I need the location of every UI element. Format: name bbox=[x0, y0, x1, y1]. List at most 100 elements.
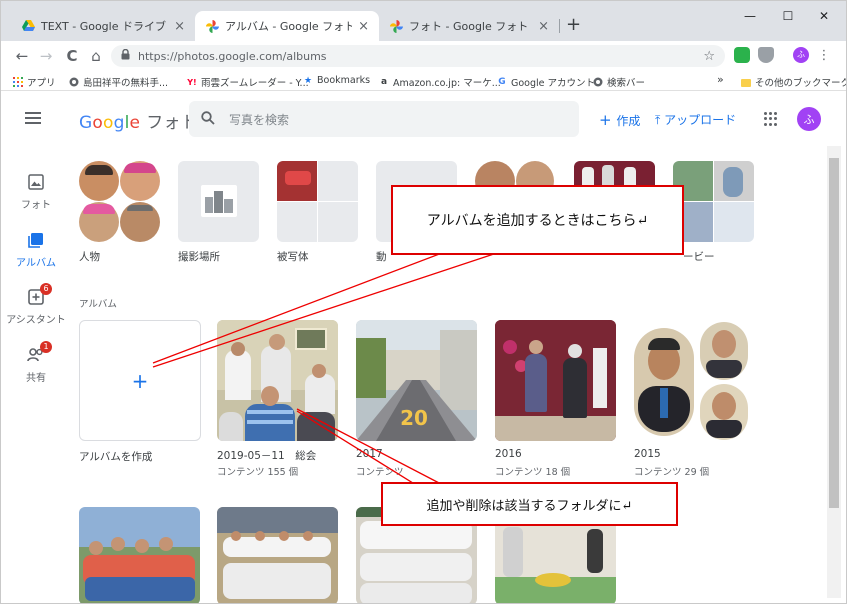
url-text: https://photos.google.com/albums bbox=[138, 49, 327, 63]
album-cover-2016[interactable] bbox=[495, 320, 616, 441]
callout-text: 追加や削除は該当するフォルダに↵ bbox=[426, 498, 633, 514]
globe-icon bbox=[593, 77, 603, 87]
album-title: 2019-05－11 総会 bbox=[217, 450, 317, 462]
address-bar[interactable]: https://photos.google.com/albums ☆ bbox=[111, 45, 725, 67]
callout-add-album: アルバムを追加するときはこちら↵ bbox=[391, 185, 684, 255]
album-cover-2019-meeting[interactable] bbox=[217, 320, 338, 441]
bookmark-item[interactable]: a Amazon.co.jp: マーケ... bbox=[379, 75, 501, 89]
google-drive-icon bbox=[21, 19, 35, 33]
chrome-menu-icon[interactable]: ⋮ bbox=[815, 47, 833, 65]
bookmark-item[interactable]: 島田祥平の無料手... bbox=[69, 75, 168, 89]
category-movies-thumbnail[interactable] bbox=[673, 161, 754, 242]
plus-icon: + bbox=[131, 368, 149, 393]
main-menu-icon[interactable] bbox=[25, 112, 41, 124]
rail-item-photos[interactable]: フォト bbox=[1, 174, 71, 211]
search-input[interactable]: 写真を検索 bbox=[189, 101, 579, 137]
album-count: コンテンツ bbox=[356, 467, 404, 478]
bookmark-label: 雨雲ズームレーダー - Y... bbox=[201, 78, 309, 89]
tab-divider bbox=[559, 19, 560, 33]
assistant-icon: 6 bbox=[27, 283, 52, 307]
photos-header: Google フォト 写真を検索 + 作成 ⤒ アップロード ふ bbox=[1, 92, 846, 146]
other-bookmarks[interactable]: その他のブックマーク bbox=[741, 75, 847, 89]
bookmark-label: 島田祥平の無料手... bbox=[83, 78, 169, 89]
amazon-icon: a bbox=[380, 77, 388, 87]
google-photos-logo[interactable]: Google フォト bbox=[79, 108, 198, 133]
album-cover-2015[interactable] bbox=[634, 320, 755, 441]
minimize-button[interactable]: — bbox=[735, 9, 765, 27]
rail-item-assistant[interactable]: 6 アシスタント bbox=[1, 283, 71, 326]
bookmark-label: Bookmarks bbox=[317, 75, 371, 86]
album-count: コンテンツ 155 個 bbox=[217, 467, 299, 478]
notification-badge: 6 bbox=[40, 283, 52, 295]
album-count: コンテンツ 29 個 bbox=[634, 467, 710, 478]
google-apps-icon[interactable] bbox=[764, 112, 778, 126]
yahoo-icon: Y! bbox=[187, 77, 197, 87]
album-cover[interactable] bbox=[217, 507, 338, 603]
bookmark-star-icon[interactable]: ☆ bbox=[703, 49, 715, 64]
tab-title: TEXT - Google ドライブ bbox=[41, 20, 166, 33]
bookmark-item[interactable]: ★ Bookmarks bbox=[303, 75, 370, 86]
create-album-label: アルバムを作成 bbox=[79, 451, 153, 463]
bookmark-label: その他のブックマーク bbox=[755, 78, 847, 89]
album-cover-2017[interactable]: 20 bbox=[356, 320, 477, 441]
tab-albums-google-photos[interactable]: アルバム - Google フォト × bbox=[195, 11, 379, 41]
bookmark-label: Amazon.co.jp: マーケ... bbox=[393, 78, 501, 89]
star-icon: ★ bbox=[303, 75, 313, 86]
album-title: 2017 bbox=[356, 448, 383, 460]
create-label: 作成 bbox=[616, 114, 641, 128]
close-window-button[interactable]: ✕ bbox=[809, 9, 839, 27]
upload-label: アップロード bbox=[664, 113, 737, 127]
evernote-extension-icon[interactable] bbox=[734, 47, 750, 63]
scrollbar-thumb[interactable] bbox=[829, 158, 839, 508]
city-icon bbox=[201, 185, 237, 217]
callout-edit-folder: 追加や削除は該当するフォルダに↵ bbox=[381, 482, 678, 526]
apps-grid-icon bbox=[13, 77, 23, 87]
bookmark-apps[interactable]: アプリ bbox=[13, 75, 56, 89]
bookmark-label: 検索バー bbox=[607, 78, 646, 89]
forward-button[interactable]: → bbox=[37, 47, 55, 65]
globe-icon bbox=[69, 77, 79, 87]
reload-button[interactable]: C bbox=[63, 47, 81, 65]
albums-section-title: アルバム bbox=[79, 299, 117, 310]
rail-item-sharing[interactable]: 1 共有 bbox=[1, 341, 71, 384]
cloud-extension-icon[interactable] bbox=[758, 47, 774, 63]
sharing-icon: 1 bbox=[27, 341, 52, 365]
profile-avatar[interactable]: ふ bbox=[793, 47, 809, 63]
tab-close-icon[interactable]: × bbox=[358, 19, 369, 34]
album-cover[interactable] bbox=[79, 507, 200, 603]
bookmarks-overflow-button[interactable]: » bbox=[717, 73, 724, 86]
maximize-button[interactable]: ☐ bbox=[773, 9, 803, 27]
tab-close-icon[interactable]: × bbox=[174, 19, 185, 34]
category-label: 被写体 bbox=[277, 251, 309, 263]
category-label: 人物 bbox=[79, 251, 100, 263]
rail-label: フォト bbox=[21, 200, 51, 211]
upload-button[interactable]: ⤒ アップロード bbox=[655, 111, 736, 128]
plus-icon: + bbox=[599, 111, 617, 129]
bookmark-label: アプリ bbox=[27, 78, 56, 89]
rail-item-albums[interactable]: アルバム bbox=[1, 232, 71, 269]
rail-label: 共有 bbox=[26, 373, 46, 384]
new-tab-button[interactable]: + bbox=[566, 16, 581, 34]
page-scrollbar[interactable] bbox=[827, 146, 841, 598]
tab-photos-google-photos[interactable]: フォト - Google フォト × bbox=[379, 11, 559, 41]
account-avatar[interactable]: ふ bbox=[797, 107, 821, 131]
bookmark-item[interactable]: G Google アカウント bbox=[497, 75, 595, 89]
category-things-thumbnail[interactable] bbox=[277, 161, 358, 242]
lock-icon bbox=[121, 48, 130, 63]
google-photos-icon bbox=[389, 19, 403, 33]
category-places-thumbnail[interactable] bbox=[178, 161, 259, 242]
home-button[interactable]: ⌂ bbox=[87, 47, 105, 65]
tab-close-icon[interactable]: × bbox=[538, 19, 549, 34]
bookmark-item[interactable]: 検索バー bbox=[593, 75, 645, 89]
tab-google-drive[interactable]: TEXT - Google ドライブ × bbox=[11, 11, 195, 41]
create-button[interactable]: + 作成 bbox=[599, 111, 640, 129]
google-photos-icon bbox=[205, 19, 219, 33]
photo-icon bbox=[27, 174, 45, 192]
callout-text: アルバムを追加するときはこちら↵ bbox=[426, 213, 649, 229]
album-title: 2016 bbox=[495, 448, 522, 460]
category-label: 動 bbox=[376, 251, 387, 263]
back-button[interactable]: ← bbox=[13, 47, 31, 65]
bookmark-item[interactable]: Y! 雨雲ズームレーダー - Y... bbox=[187, 75, 309, 90]
category-people-thumbnail[interactable] bbox=[79, 161, 160, 242]
create-album-button[interactable]: + bbox=[79, 320, 201, 441]
